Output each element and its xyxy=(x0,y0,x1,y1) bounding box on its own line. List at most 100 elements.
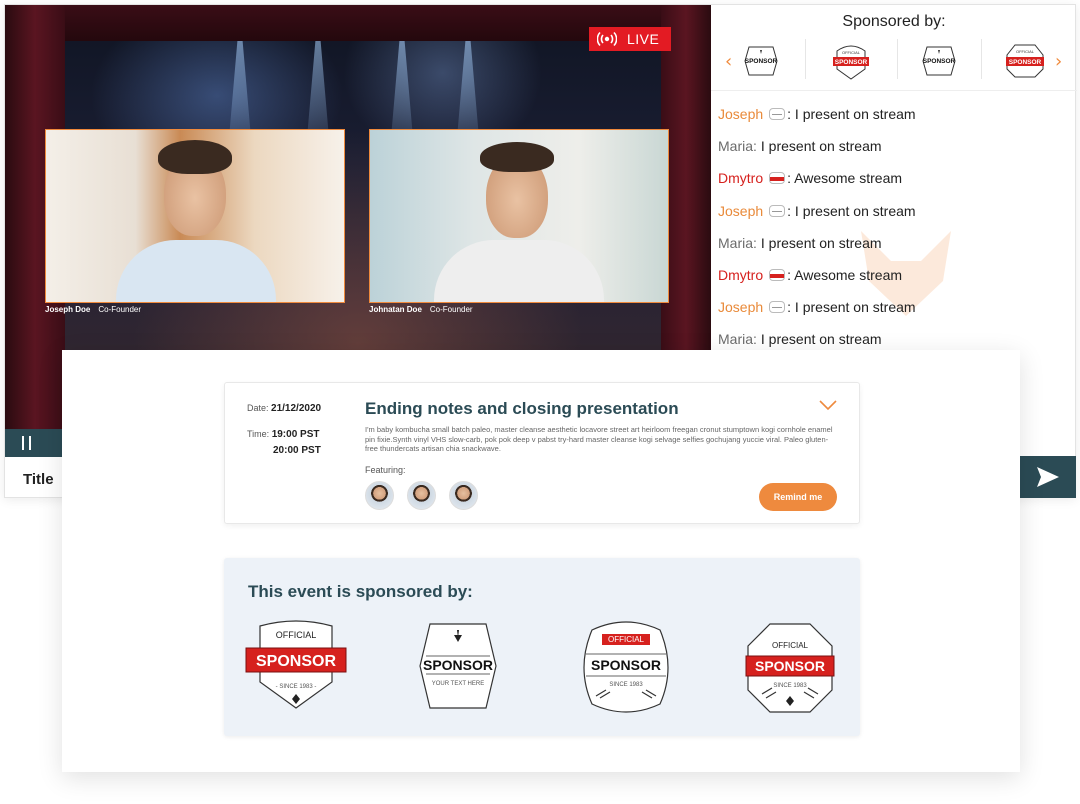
participant-body xyxy=(116,240,276,302)
date-row: Date: 21/12/2020 xyxy=(247,403,321,414)
sponsor-logo-main: SPONSOR xyxy=(256,653,336,670)
time-end: 20:00 PST xyxy=(273,445,321,456)
event-title: Ending notes and closing presentation xyxy=(365,399,679,418)
sponsor-logo-mini[interactable]: SPONSOR xyxy=(741,41,781,81)
svg-text:SPONSOR: SPONSOR xyxy=(1009,59,1042,66)
event-card: Date: 21/12/2020 Time: 19:00 PST 20:00 P… xyxy=(224,382,860,524)
participant-role: Co-Founder xyxy=(98,305,142,314)
chat-username[interactable]: Maria: xyxy=(718,331,757,347)
stream-title: Title xyxy=(23,471,54,488)
sponsor-logo[interactable]: OFFICIAL SPONSOR SINCE 1983 xyxy=(744,620,836,716)
chat-username[interactable]: Joseph xyxy=(718,106,763,122)
time-start: 19:00 PST xyxy=(271,429,320,440)
chat-message: Dmytro : Awesome stream xyxy=(718,259,1068,291)
sponsor-logo[interactable]: OFFICIAL SPONSOR SINCE 1983 xyxy=(572,620,680,716)
chat-text: : I present on stream xyxy=(787,299,916,316)
svg-text:OFFICIAL: OFFICIAL xyxy=(842,50,861,55)
live-badge: LIVE xyxy=(589,27,671,51)
video-tile-participant-2[interactable] xyxy=(369,129,669,303)
sponsor-logo-mini[interactable]: SPONSOR OFFICIAL xyxy=(1005,41,1045,81)
sponsor-logo-mini[interactable]: SPONSOR OFFICIAL xyxy=(831,41,871,81)
sponsor-logo-main: SPONSOR xyxy=(591,657,661,673)
carousel-divider xyxy=(805,39,806,79)
sponsor-section: This event is sponsored by: OFFICIAL SPO… xyxy=(224,558,860,736)
pause-icon[interactable] xyxy=(19,436,33,450)
carousel-divider xyxy=(897,39,898,79)
sponsor-badge-icon xyxy=(769,172,786,185)
participant-body xyxy=(434,240,604,302)
participant-hair xyxy=(158,140,232,174)
chat-username[interactable]: Dmytro xyxy=(718,267,763,283)
sponsor-logo-top: OFFICIAL xyxy=(276,630,317,640)
svg-text:SPONSOR: SPONSOR xyxy=(745,58,778,65)
send-icon xyxy=(1037,467,1059,487)
chat-message: Joseph : I present on stream xyxy=(718,98,1068,130)
time-row: Time: 19:00 PST xyxy=(247,429,320,440)
event-description: I'm baby kombucha small batch paleo, mas… xyxy=(365,425,833,453)
chat-message: Joseph : I present on stream xyxy=(718,291,1068,323)
chat-username[interactable]: Dmytro xyxy=(718,170,763,186)
sponsor-logo-top: OFFICIAL xyxy=(772,641,809,650)
sponsor-badge-icon xyxy=(769,108,786,121)
carousel-prev-icon[interactable]: ‹ xyxy=(725,51,732,72)
sponsor-section-title: This event is sponsored by: xyxy=(248,582,473,601)
sponsor-logo-bottom: YOUR TEXT HERE xyxy=(432,681,484,687)
chat-text: I present on stream xyxy=(760,331,882,348)
time-label: Time: xyxy=(247,429,270,439)
svg-text:SPONSOR: SPONSOR xyxy=(923,58,956,65)
date-label: Date: xyxy=(247,403,269,413)
avatar[interactable] xyxy=(407,481,436,510)
sponsor-carousel: Sponsored by: ‹ › SPONSOR SPONSOR OFFICI… xyxy=(711,5,1077,91)
chat-message: Joseph : I present on stream xyxy=(718,195,1068,227)
chat-text: : Awesome stream xyxy=(787,170,903,187)
sponsor-logo[interactable]: OFFICIAL SPONSOR - SINCE 1983 - xyxy=(244,620,348,712)
sponsor-logo-bottom: - SINCE 1983 - xyxy=(276,684,317,690)
sponsor-logo-main: SPONSOR xyxy=(755,658,825,674)
sponsor-logo-mini[interactable]: SPONSOR xyxy=(919,41,959,81)
send-button[interactable] xyxy=(1020,456,1076,498)
chat-message: Maria: I present on stream xyxy=(718,130,1068,162)
event-detail-panel: Date: 21/12/2020 Time: 19:00 PST 20:00 P… xyxy=(62,350,1020,772)
chat-text: : I present on stream xyxy=(787,106,916,123)
participant-hair xyxy=(480,142,554,172)
broadcast-icon xyxy=(597,31,617,47)
participant-caption-2: Johnatan Doe Co-Founder xyxy=(369,305,473,314)
participant-caption-1: Joseph Doe Co-Founder xyxy=(45,305,141,314)
featuring-label: Featuring: xyxy=(365,465,406,475)
remind-me-button[interactable]: Remind me xyxy=(759,483,837,511)
video-tile-participant-1[interactable] xyxy=(45,129,345,303)
avatar[interactable] xyxy=(365,481,394,510)
chat-message: Maria: I present on stream xyxy=(718,227,1068,259)
avatar[interactable] xyxy=(449,481,478,510)
chat-message: Dmytro : Awesome stream xyxy=(718,162,1068,194)
chat-username[interactable]: Maria: xyxy=(718,235,757,251)
carousel-divider xyxy=(981,39,982,79)
chat-text: I present on stream xyxy=(760,138,882,155)
carousel-next-icon[interactable]: › xyxy=(1055,51,1062,72)
date-value: 21/12/2020 xyxy=(271,403,322,414)
player-controls xyxy=(5,429,65,457)
chat-text: I present on stream xyxy=(760,234,882,251)
sponsor-logo[interactable]: SPONSOR YOUR TEXT HERE xyxy=(416,620,500,712)
participant-name: Joseph Doe xyxy=(45,305,91,314)
participant-role: Co-Founder xyxy=(429,305,473,314)
sponsored-heading: Sponsored by: xyxy=(842,13,946,30)
chat-text: : Awesome stream xyxy=(787,267,903,284)
participant-name: Johnatan Doe xyxy=(369,305,422,314)
chat-username[interactable]: Joseph xyxy=(718,203,763,219)
chat-text: : I present on stream xyxy=(787,202,916,219)
svg-text:SPONSOR: SPONSOR xyxy=(835,59,868,66)
sponsor-badge-icon xyxy=(769,204,786,217)
chat-username[interactable]: Maria: xyxy=(718,138,757,154)
sponsor-badge-icon xyxy=(769,269,786,282)
chat-username[interactable]: Joseph xyxy=(718,299,763,315)
live-label: LIVE xyxy=(627,31,660,47)
time-end-row: 20:00 PST xyxy=(273,445,321,456)
sponsor-logo-bottom: SINCE 1983 xyxy=(773,683,807,689)
sponsor-logo-top: OFFICIAL xyxy=(608,635,645,644)
chat-list: Joseph: I present on stream Maria: I prese… xyxy=(718,98,1068,356)
sponsor-logo-main: SPONSOR xyxy=(423,657,493,673)
sponsor-logo-bottom: SINCE 1983 xyxy=(609,682,643,688)
chevron-down-icon[interactable] xyxy=(819,399,837,411)
sponsor-badge-icon xyxy=(769,301,786,314)
